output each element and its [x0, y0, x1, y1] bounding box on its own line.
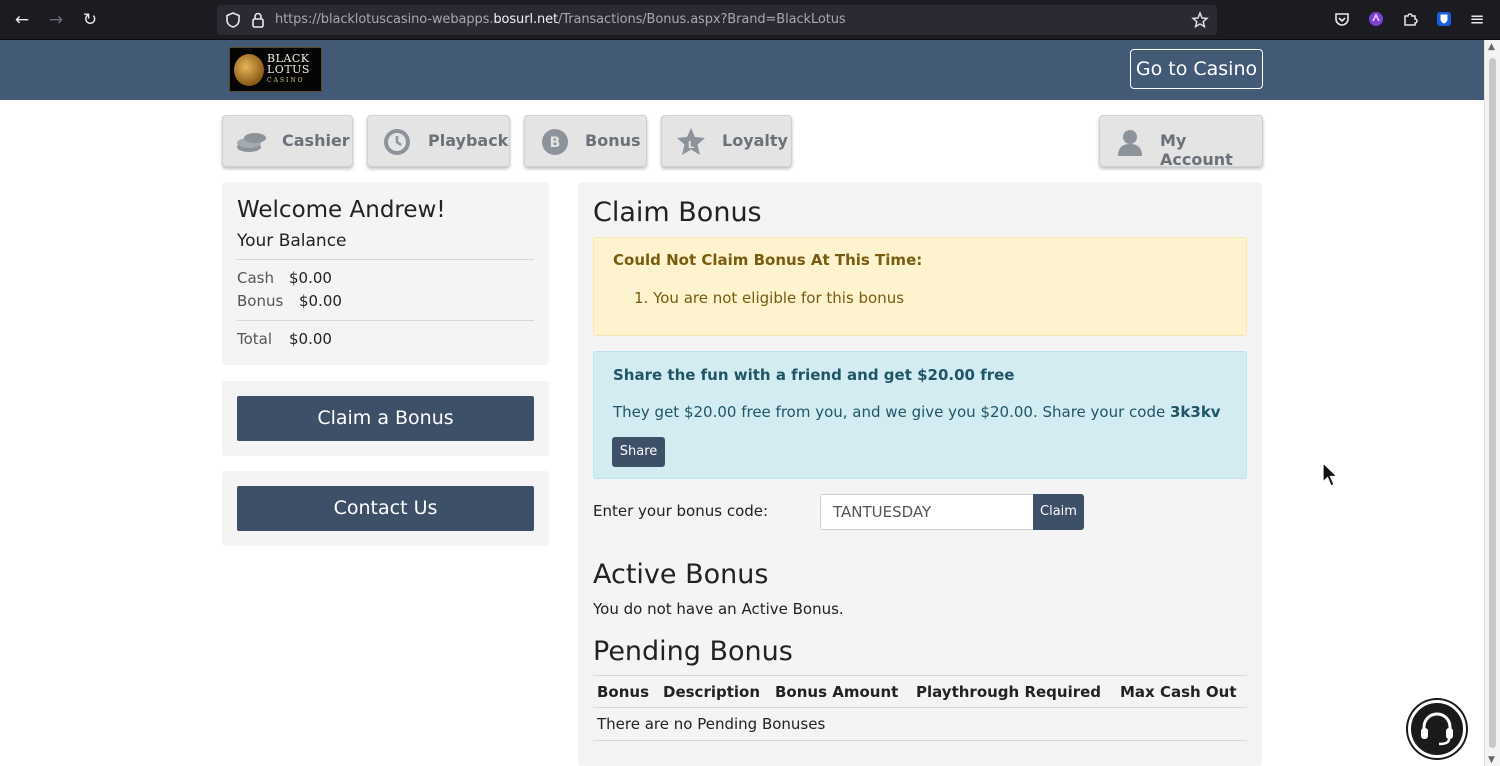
pocket-icon[interactable]: [1333, 10, 1351, 28]
shield-icon[interactable]: [224, 11, 242, 29]
share-info-alert: Share the fun with a friend and get $20.…: [593, 351, 1247, 479]
bonus-code-input[interactable]: TANTUESDAY: [820, 494, 1034, 530]
reload-icon[interactable]: ↻: [79, 9, 101, 31]
url-text: https://blacklotuscasino-webapps.bosurl.…: [275, 12, 846, 27]
table-row: There are no Pending Bonuses: [597, 715, 826, 733]
page-scrollbar[interactable]: ▲ ▼: [1484, 40, 1500, 766]
logo-text: BLACK LOTUS CASINO: [267, 52, 310, 84]
bonus-code-label: Enter your bonus code:: [593, 502, 769, 520]
total-divider: [237, 320, 534, 321]
history-icon: [384, 129, 410, 155]
column-header-bonus-amount: Bonus Amount: [775, 683, 899, 701]
column-header-bonus: Bonus: [597, 683, 650, 701]
svg-text:B: B: [550, 135, 561, 151]
column-header-description: Description: [663, 683, 761, 701]
tab-loyalty-label: Loyalty: [722, 131, 788, 150]
share-title: Share the fun with a friend and get $20.…: [613, 366, 1015, 384]
mouse-cursor-icon: [1322, 462, 1339, 487]
black-lotus-logo[interactable]: BLACK LOTUS CASINO: [229, 47, 322, 92]
pending-bonus-heading: Pending Bonus: [593, 636, 793, 667]
tab-cashier-label: Cashier: [282, 131, 350, 150]
forward-arrow-icon[interactable]: →: [45, 9, 67, 31]
scroll-thumb[interactable]: [1489, 58, 1496, 748]
warning-item: 1. You are not eligible for this bonus: [634, 289, 905, 307]
scroll-up-icon[interactable]: ▲: [1488, 42, 1495, 52]
table-top-border: [593, 675, 1247, 676]
contact-us-button[interactable]: Contact Us: [237, 486, 534, 531]
site-header: BLACK LOTUS CASINO Go to Casino: [0, 40, 1484, 100]
browser-toolbar: ← → ↻ https://blacklotuscasino-webapps.b…: [0, 0, 1500, 40]
claim-button[interactable]: Claim: [1033, 494, 1084, 530]
back-arrow-icon[interactable]: ←: [11, 9, 33, 31]
column-header-playthrough: Playthrough Required: [916, 683, 1102, 701]
total-label: Total: [237, 330, 273, 348]
share-code: 3k3kv: [1169, 403, 1221, 421]
bitwarden-icon[interactable]: [1435, 10, 1453, 28]
total-value: $0.00: [289, 330, 332, 348]
tab-playback[interactable]: Playback: [367, 115, 510, 167]
bonus-value: $0.00: [299, 292, 342, 310]
svg-text:L: L: [688, 140, 695, 151]
bookmark-star-icon[interactable]: [1191, 11, 1209, 29]
welcome-heading: Welcome Andrew!: [237, 197, 446, 223]
bonus-b-icon: B: [542, 129, 568, 155]
balance-divider: [237, 259, 534, 260]
table-bottom-border: [593, 740, 1247, 741]
go-to-casino-button[interactable]: Go to Casino: [1130, 49, 1263, 89]
claim-a-bonus-button[interactable]: Claim a Bonus: [237, 396, 534, 441]
warning-title: Could Not Claim Bonus At This Time:: [613, 251, 923, 269]
warning-alert: Could Not Claim Bonus At This Time: 1. Y…: [593, 237, 1247, 336]
tab-bonus[interactable]: B Bonus: [524, 115, 647, 167]
cash-label: Cash: [237, 269, 274, 287]
scroll-down-icon[interactable]: ▼: [1488, 755, 1495, 765]
extensions-puzzle-icon[interactable]: [1401, 10, 1419, 28]
tab-my-account[interactable]: My Account: [1099, 115, 1263, 169]
active-bonus-heading: Active Bonus: [593, 559, 769, 590]
claim-bonus-heading: Claim Bonus: [593, 197, 762, 228]
headset-chat-icon: [1421, 712, 1453, 746]
balance-title: Your Balance: [237, 231, 347, 251]
active-bonus-text: You do not have an Active Bonus.: [593, 600, 844, 618]
column-header-max-cash-out: Max Cash Out: [1120, 683, 1237, 701]
menu-hamburger-icon[interactable]: ≡: [1466, 9, 1488, 31]
tab-cashier[interactable]: Cashier: [222, 115, 353, 167]
cash-value: $0.00: [289, 269, 332, 287]
share-text: They get $20.00 free from you, and we gi…: [613, 403, 1221, 421]
coins-icon: [237, 133, 266, 152]
tab-my-account-label: My Account: [1160, 131, 1233, 169]
share-button[interactable]: Share: [612, 437, 665, 467]
table-header-border: [593, 707, 1247, 708]
tab-bonus-label: Bonus: [585, 131, 641, 150]
bonus-label: Bonus: [237, 292, 284, 310]
star-icon: L: [677, 128, 705, 155]
extension-purple-icon[interactable]: [1367, 10, 1385, 28]
tab-playback-label: Playback: [428, 131, 509, 150]
tab-loyalty[interactable]: L Loyalty: [661, 115, 792, 167]
address-bar[interactable]: https://blacklotuscasino-webapps.bosurl.…: [217, 5, 1217, 35]
live-chat-button[interactable]: [1408, 700, 1466, 758]
user-icon: [1118, 130, 1142, 156]
lock-icon[interactable]: [249, 11, 267, 29]
lotus-emblem-icon: [234, 54, 264, 86]
